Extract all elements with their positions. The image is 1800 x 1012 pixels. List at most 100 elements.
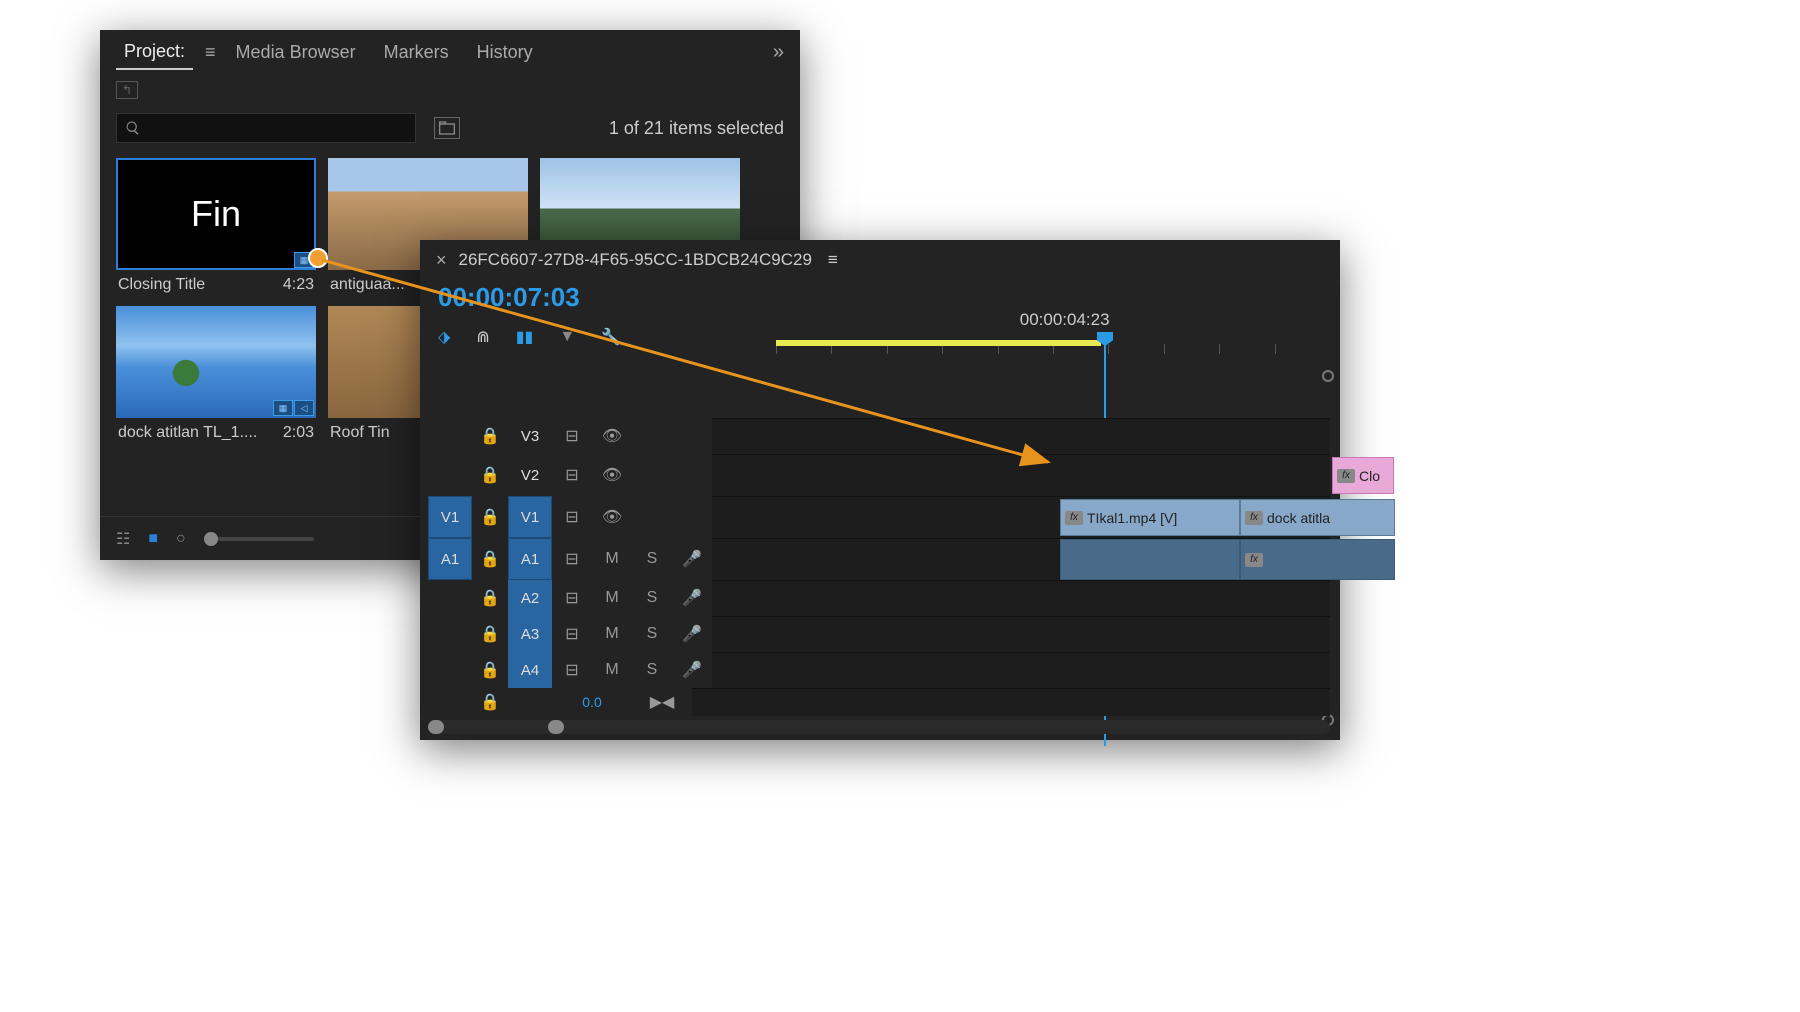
toggle-output-icon[interactable]: 👁 xyxy=(592,454,632,496)
fx-badge-icon[interactable]: fx xyxy=(1337,469,1355,483)
lock-icon[interactable]: 🔒 xyxy=(472,652,508,688)
track-target[interactable]: V3 xyxy=(508,418,552,454)
media-duration: 2:03 xyxy=(283,424,314,442)
tab-media-browser[interactable]: Media Browser xyxy=(228,36,364,69)
sync-lock-icon[interactable]: ⊟ xyxy=(552,418,592,454)
media-type-badge: ▦◁ xyxy=(273,400,314,416)
track-lane[interactable]: fx xyxy=(712,538,1330,580)
lock-icon[interactable]: 🔒 xyxy=(472,496,508,538)
sync-lock-icon[interactable]: ⊟ xyxy=(552,496,592,538)
freeform-view-icon[interactable]: ○ xyxy=(176,530,186,548)
track-row: 🔒 A4 ⊟ M S 🎤 xyxy=(428,652,1330,688)
track-target[interactable]: A3 xyxy=(508,616,552,652)
voiceover-icon[interactable]: 🎤 xyxy=(672,538,712,580)
panel-tabbar: Project: ≡ Media Browser Markers History… xyxy=(100,30,800,74)
list-view-icon[interactable]: ☷ xyxy=(116,529,130,549)
sync-lock-icon[interactable]: ⊟ xyxy=(552,580,592,616)
track-target[interactable]: A4 xyxy=(508,652,552,688)
work-area-bar[interactable] xyxy=(1001,340,1101,346)
tab-project[interactable]: Project: xyxy=(116,35,193,70)
tab-markers[interactable]: Markers xyxy=(376,36,457,69)
new-bin-icon[interactable] xyxy=(434,117,460,139)
source-patch[interactable] xyxy=(428,652,472,688)
project-toolbar: 1 of 21 items selected xyxy=(100,106,800,150)
sync-lock-icon[interactable]: ⊟ xyxy=(552,538,592,580)
settings-icon[interactable]: 🔧 xyxy=(601,327,621,347)
lock-icon[interactable]: 🔒 xyxy=(472,538,508,580)
track-row: 🔒 V3 ⊟ 👁 xyxy=(428,418,1330,454)
fx-badge-icon[interactable]: fx xyxy=(1245,553,1263,567)
voiceover-icon[interactable]: 🎤 xyxy=(672,652,712,688)
source-patch[interactable]: V1 xyxy=(428,496,472,538)
close-icon[interactable]: × xyxy=(436,250,447,271)
lock-icon[interactable]: 🔒 xyxy=(472,616,508,652)
media-thumbnail[interactable]: Fin ▦ xyxy=(116,158,316,270)
panel-menu-icon[interactable]: ≡ xyxy=(205,42,216,63)
track-lane[interactable] xyxy=(712,418,1330,454)
time-ruler[interactable]: 00:00:04:23 xyxy=(776,310,1330,370)
source-patch[interactable]: A1 xyxy=(428,538,472,580)
tab-history[interactable]: History xyxy=(469,36,541,69)
track-target[interactable]: V2 xyxy=(508,454,552,496)
snap-icon[interactable]: ⋒ xyxy=(476,327,489,347)
work-area-bar[interactable] xyxy=(776,340,1001,346)
timeline-clip[interactable] xyxy=(1060,539,1240,580)
toggle-output-icon[interactable]: 👁 xyxy=(592,418,632,454)
fx-badge-icon[interactable]: fx xyxy=(1245,511,1263,525)
zoom-slider[interactable] xyxy=(204,537,314,541)
media-item[interactable]: ▦◁ dock atitlan TL_1....2:03 xyxy=(116,306,316,442)
bin-up-icon[interactable]: ↰ xyxy=(116,81,138,99)
track-target[interactable]: A2 xyxy=(508,580,552,616)
solo-button[interactable]: S xyxy=(632,538,672,580)
voiceover-icon[interactable]: 🎤 xyxy=(672,580,712,616)
track-target[interactable]: A1 xyxy=(508,538,552,580)
sync-lock-icon[interactable]: ⊟ xyxy=(552,616,592,652)
track-lane[interactable]: fxClo xyxy=(712,454,1330,496)
voiceover-icon[interactable]: 🎤 xyxy=(672,616,712,652)
lock-icon[interactable]: 🔒 xyxy=(472,418,508,454)
timeline-clip[interactable]: fxdock atitla xyxy=(1240,499,1395,536)
lock-icon[interactable]: 🔒 xyxy=(472,688,508,716)
ruler-timecode: 00:00:04:23 xyxy=(1020,310,1110,330)
source-patch[interactable] xyxy=(428,580,472,616)
track-target[interactable]: V1 xyxy=(508,496,552,538)
search-input[interactable] xyxy=(116,113,416,143)
icon-view-icon[interactable]: ■ xyxy=(148,530,158,548)
media-item[interactable]: Fin ▦ Closing Title4:23 xyxy=(116,158,316,294)
track-lane[interactable] xyxy=(712,616,1330,652)
source-patch[interactable] xyxy=(428,418,472,454)
source-patch[interactable] xyxy=(428,616,472,652)
lock-icon[interactable]: 🔒 xyxy=(472,580,508,616)
track-lane[interactable]: fxTIkal1.mp4 [V] fxdock atitla xyxy=(712,496,1330,538)
media-name: Closing Title xyxy=(118,276,205,294)
solo-button[interactable]: S xyxy=(632,616,672,652)
marker-icon[interactable]: ▼ xyxy=(559,328,575,346)
toggle-output-icon[interactable]: 👁 xyxy=(592,496,632,538)
mute-button[interactable]: M xyxy=(592,580,632,616)
mute-button[interactable]: M xyxy=(592,538,632,580)
solo-button[interactable]: S xyxy=(632,652,672,688)
mute-button[interactable]: M xyxy=(592,652,632,688)
output-icon[interactable]: ▶◀ xyxy=(632,688,692,716)
timeline-clip[interactable]: fxClo xyxy=(1332,457,1394,494)
sync-lock-icon[interactable]: ⊟ xyxy=(552,454,592,496)
timeline-clip[interactable]: fxTIkal1.mp4 [V] xyxy=(1060,499,1240,536)
timeline-zoom-scrollbar[interactable] xyxy=(428,720,1330,734)
tracks-area: 🔒 V3 ⊟ 👁 🔒 V2 ⊟ 👁 fxClo V1 🔒 V1 ⊟ 👁 xyxy=(428,418,1330,716)
source-patch[interactable] xyxy=(428,454,472,496)
linked-selection-icon[interactable]: ▮▮ xyxy=(516,327,534,347)
mute-button[interactable]: M xyxy=(592,616,632,652)
solo-button[interactable]: S xyxy=(632,580,672,616)
audio-meter-value: 0.0 xyxy=(552,688,632,716)
search-icon xyxy=(125,120,141,136)
media-thumbnail[interactable]: ▦◁ xyxy=(116,306,316,418)
track-lane[interactable] xyxy=(712,652,1330,688)
panel-menu-icon[interactable]: ≡ xyxy=(828,250,838,270)
insert-overwrite-icon[interactable]: ⬗ xyxy=(438,327,450,347)
timeline-clip[interactable]: fx xyxy=(1240,539,1395,580)
fx-badge-icon[interactable]: fx xyxy=(1065,511,1083,525)
panel-overflow-icon[interactable]: » xyxy=(773,41,784,64)
track-lane[interactable] xyxy=(712,580,1330,616)
lock-icon[interactable]: 🔒 xyxy=(472,454,508,496)
sync-lock-icon[interactable]: ⊟ xyxy=(552,652,592,688)
